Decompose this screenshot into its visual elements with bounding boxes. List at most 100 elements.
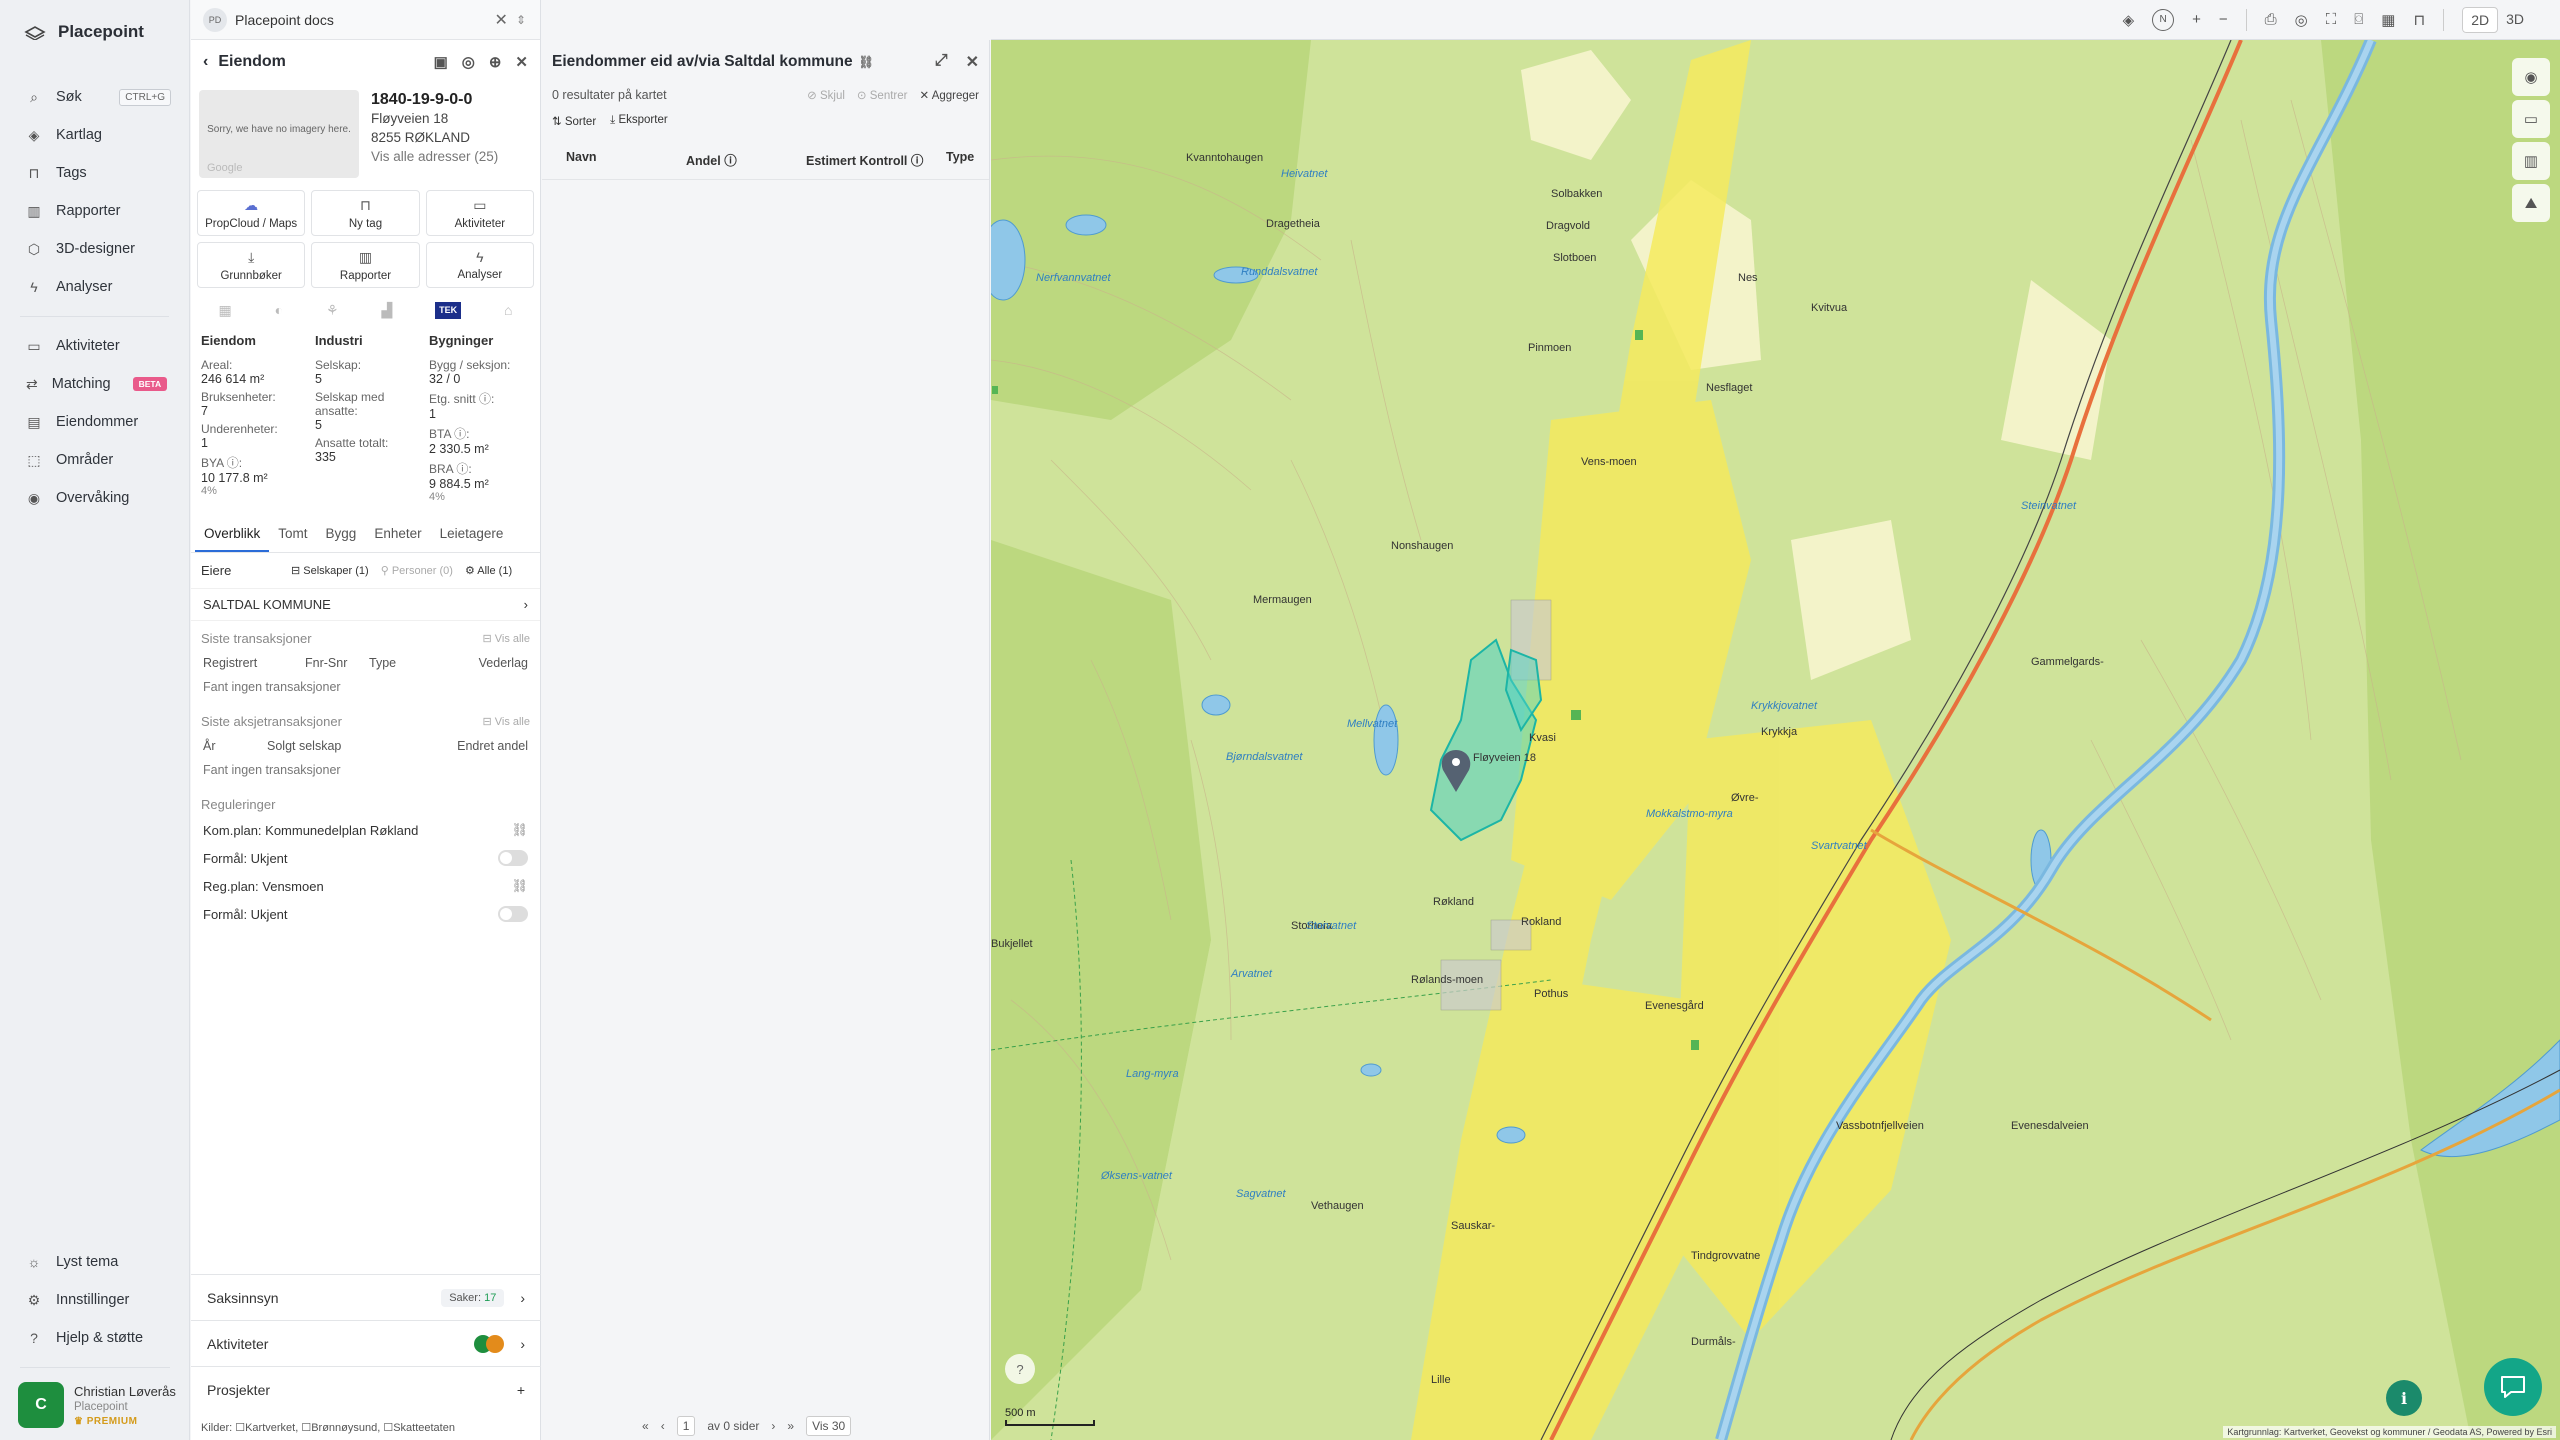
show-all-link[interactable]: ⊟ Vis alle — [482, 632, 530, 645]
nav-item-tags[interactable]: ⊓ Tags — [0, 154, 189, 192]
plant-icon[interactable]: ⚘ — [326, 302, 339, 319]
close-icon[interactable]: ✕ — [495, 10, 508, 30]
matrikkel-icon[interactable]: ▦ — [218, 302, 231, 319]
sort-button[interactable]: ⇅ Sorter — [552, 114, 596, 128]
layers-button[interactable]: ◉ — [2512, 58, 2550, 96]
nav-item-matching[interactable]: ⇄ Matching BETA — [0, 365, 189, 403]
nav-item-omrader[interactable]: ⬚ Områder — [0, 441, 189, 479]
first-page-icon[interactable]: « — [642, 1419, 649, 1433]
grunnboker-button[interactable]: ⤓ Grunnbøker — [197, 242, 306, 288]
toggle-switch[interactable] — [498, 906, 528, 922]
nav-item-search[interactable]: ⌕ Søk CTRL+G — [0, 78, 189, 116]
nav-item-lyst-tema[interactable]: ☼ Lyst tema — [0, 1243, 190, 1281]
back-icon[interactable]: ‹ — [203, 53, 208, 71]
view-3d-button[interactable]: 3D — [2498, 7, 2532, 33]
map-canvas[interactable]: Kvanntohaugen Dragetheia Heivatnet Rundd… — [991, 40, 2560, 1440]
tab-overblikk[interactable]: Overblikk — [195, 517, 270, 552]
saksinnsyn-section[interactable]: Saksinnsyn Saker: 17 › — [191, 1274, 541, 1320]
layers-icon[interactable]: ◈ — [2123, 11, 2135, 29]
user-profile[interactable]: C Christian Løverås Placepoint ♛ PREMIUM — [18, 1382, 180, 1428]
nav-item-rapporter[interactable]: ▥ Rapporter — [0, 192, 189, 230]
nav-item-eiendommer[interactable]: ▤ Eiendommer — [0, 403, 189, 441]
owner-row[interactable]: SALTDAL KOMMUNE › — [191, 588, 540, 621]
print-icon[interactable]: ⎙ — [2265, 11, 2277, 28]
nav-item-kartlag[interactable]: ◈ Kartlag — [0, 116, 189, 154]
camera-icon[interactable]: ⌼ — [2354, 11, 2363, 28]
all-addresses-link[interactable]: Vis alle adresser (25) — [371, 147, 498, 166]
toggle-switch[interactable] — [498, 850, 528, 866]
tab-enheter[interactable]: Enheter — [365, 517, 430, 552]
chevron-updown-icon[interactable]: ⇕ — [516, 13, 526, 27]
link-icon[interactable]: ⛓ — [511, 822, 528, 838]
grid-icon[interactable]: ▦ — [2381, 11, 2395, 29]
reports-button[interactable]: ▥ Rapporter — [311, 242, 420, 288]
link-icon[interactable]: ⛓ — [511, 878, 528, 894]
info-button[interactable]: i — [2386, 1380, 2422, 1416]
add-circle-icon[interactable]: ⊕ — [489, 53, 502, 71]
zoom-out-icon[interactable]: − — [2219, 11, 2228, 28]
col-header[interactable]: Andel ⓘ — [686, 150, 806, 169]
tek-badge[interactable]: TEK — [435, 302, 462, 319]
filter-all[interactable]: ⚙ Alle (1) — [465, 564, 512, 577]
chat-button[interactable] — [2484, 1358, 2542, 1416]
expand-icon[interactable]: ⤢ — [935, 52, 948, 72]
nav-item-analyser[interactable]: ϟ Analyser — [0, 268, 189, 306]
plus-icon[interactable]: + — [517, 1382, 525, 1398]
tab-bygg[interactable]: Bygg — [317, 517, 366, 552]
new-tag-button[interactable]: ⊓ Ny tag — [311, 190, 420, 236]
aktiviteter-section[interactable]: Aktiviteter › — [191, 1320, 541, 1366]
hide-button[interactable]: ⊘ Skjul — [807, 88, 845, 102]
help-button[interactable]: ? — [1005, 1354, 1035, 1384]
compass-icon[interactable]: N — [2152, 8, 2175, 31]
next-page-icon[interactable]: › — [771, 1419, 775, 1433]
street-view-thumbnail[interactable]: Sorry, we have no imagery here. Google — [199, 90, 359, 178]
close-icon[interactable]: ✕ — [515, 53, 528, 71]
close-icon[interactable]: ✕ — [966, 52, 979, 72]
bars-icon[interactable]: ▟ — [381, 302, 392, 319]
zoom-in-icon[interactable]: + — [2192, 11, 2201, 28]
center-button[interactable]: ⊙ Sentrer — [857, 88, 908, 102]
link-icon[interactable]: ⛓ — [859, 55, 874, 69]
show-all-link[interactable]: ⊟ Vis alle — [482, 715, 530, 728]
view-2d-button[interactable]: 2D — [2462, 6, 2499, 33]
nav-item-hjelp[interactable]: ? Hjelp & støtte — [0, 1319, 190, 1357]
id-card-icon[interactable]: ▣ — [434, 53, 448, 71]
col-header[interactable]: Navn — [566, 150, 686, 169]
filter-persons[interactable]: ⚲ Personer (0) — [381, 564, 453, 577]
eye-icon[interactable]: ◎ — [462, 53, 475, 71]
house-icon[interactable]: ⌂ — [504, 302, 512, 319]
eye-icon[interactable]: ◎ — [2295, 11, 2308, 29]
reg-regplan[interactable]: Reg.plan: Vensmoen ⛓ — [191, 872, 540, 900]
section-title: Siste transaksjoner — [201, 631, 312, 646]
propcloud-button[interactable]: ☁ PropCloud / Maps — [197, 190, 306, 236]
nav-item-innstillinger[interactable]: ⚙ Innstillinger — [0, 1281, 190, 1319]
page-size-select[interactable]: Vis 30 — [806, 1416, 852, 1436]
analyses-button[interactable]: ϟ Analyser — [425, 242, 534, 288]
property-header: ‹ Eiendom ▣ ◎ ⊕ ✕ — [191, 40, 540, 84]
stat-key: Areal: — [201, 358, 233, 372]
col-header[interactable]: Type — [946, 150, 974, 169]
page-input[interactable]: 1 — [676, 1416, 696, 1436]
elevation-button[interactable]: ⛰ — [2512, 184, 2550, 222]
bookmark-icon[interactable]: ⊓ — [2413, 11, 2425, 29]
globe-icon[interactable]: ◐ — [275, 302, 283, 319]
ruler-button[interactable]: ▭ — [2512, 100, 2550, 138]
nav-item-aktiviteter[interactable]: ▭ Aktiviteter — [0, 327, 189, 365]
nav-item-overvaking[interactable]: ◉ Overvåking — [0, 479, 189, 517]
prev-page-icon[interactable]: ‹ — [661, 1419, 665, 1433]
activities-button[interactable]: ▭ Aktiviteter — [425, 190, 534, 236]
prosjekter-section[interactable]: Prosjekter + — [191, 1366, 541, 1412]
filter-companies[interactable]: ⊟ Selskaper (1) — [291, 564, 369, 577]
nav-item-3d-designer[interactable]: ⬡ 3D-designer — [0, 230, 189, 268]
chart-button[interactable]: ▥ — [2512, 142, 2550, 180]
tab-tomt[interactable]: Tomt — [269, 517, 316, 552]
col-header[interactable]: Estimert Kontroll ⓘ — [806, 150, 946, 169]
export-button[interactable]: ⤓ Eksporter — [610, 114, 668, 128]
brand[interactable]: Placepoint — [0, 0, 189, 64]
tab-leietagere[interactable]: Leietagere — [431, 517, 513, 552]
last-page-icon[interactable]: » — [787, 1419, 794, 1433]
aggregate-button[interactable]: ✕ Aggreger — [919, 88, 979, 102]
docs-bar[interactable]: PD Placepoint docs ✕ ⇕ — [191, 0, 540, 40]
reg-komplan[interactable]: Kom.plan: Kommunedelplan Røkland ⛓ — [191, 816, 540, 844]
fullscreen-icon[interactable]: ⛶ — [2326, 11, 2337, 28]
